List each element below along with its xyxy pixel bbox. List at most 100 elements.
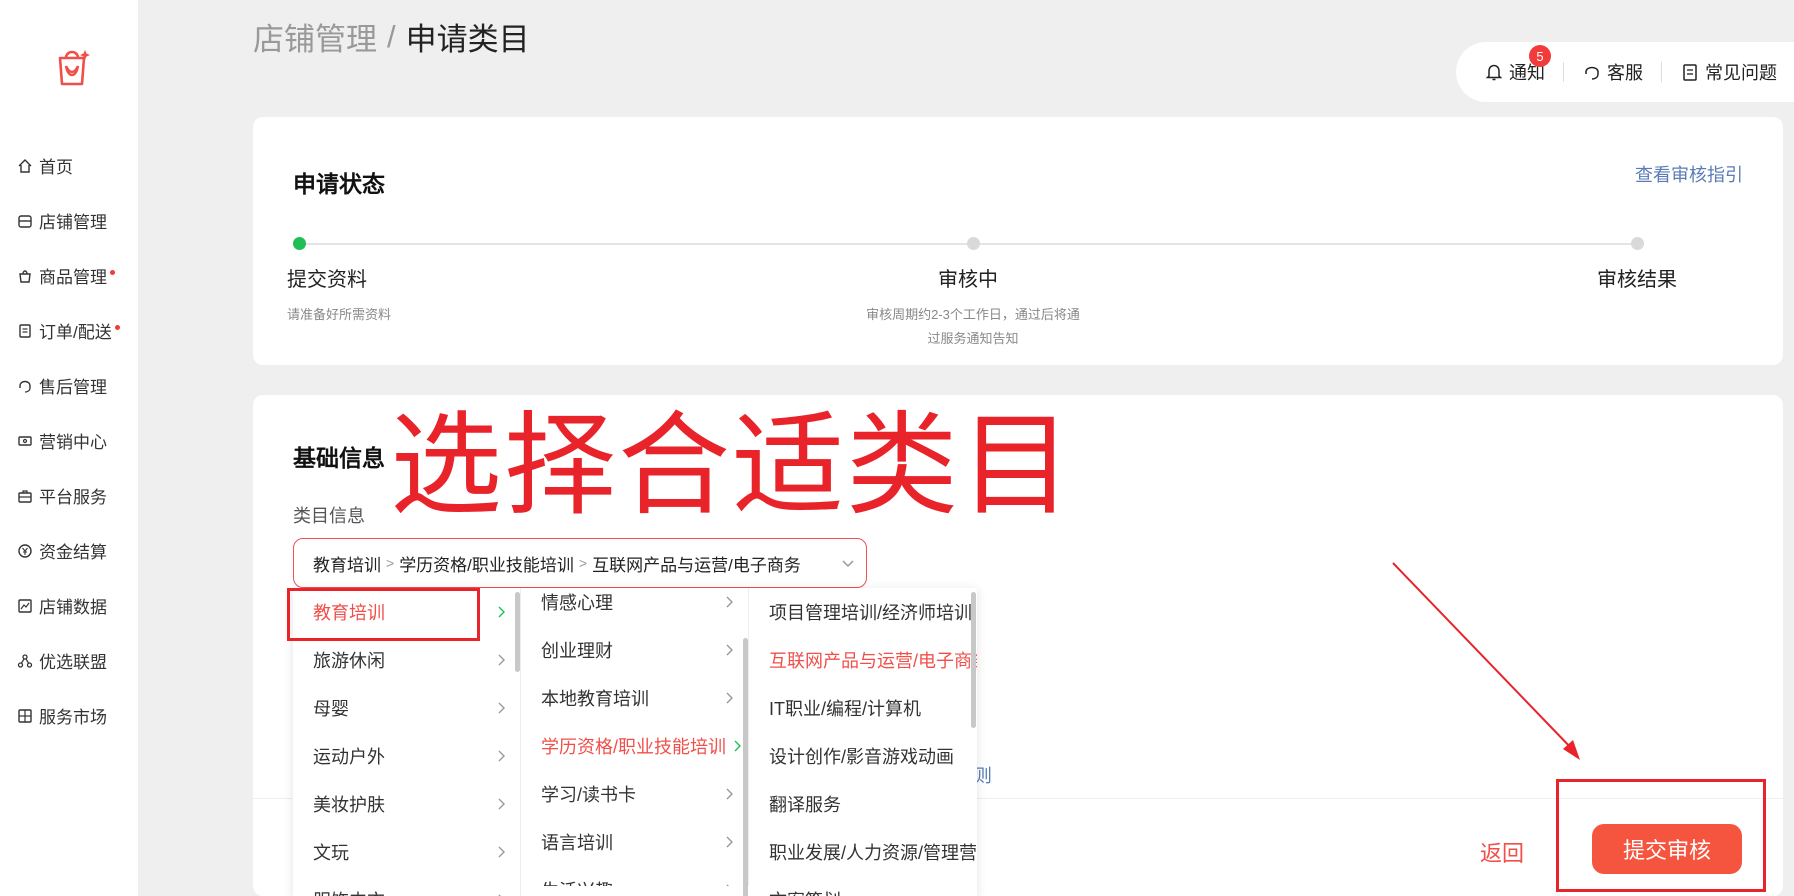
option-label: 美妆护肤 xyxy=(313,795,385,815)
option-collectibles[interactable]: 文玩 xyxy=(293,828,520,876)
sidebar-item-home[interactable]: 首页 xyxy=(0,138,138,193)
option-label: 学习/读书卡 xyxy=(541,785,637,805)
option-label: 设计创作/影音游戏动画 xyxy=(769,747,954,767)
option-copywriting[interactable]: 文案策划 xyxy=(749,876,977,896)
option-career-hr[interactable]: 职业发展/人力资源/管理营销 xyxy=(749,828,977,876)
annotation-box-submit xyxy=(1556,779,1766,892)
option-internet-ecommerce[interactable]: 互联网产品与运营/电子商务 xyxy=(749,636,977,684)
option-design-animation[interactable]: 设计创作/影音游戏动画 xyxy=(749,732,977,780)
back-button[interactable]: 返回 xyxy=(1480,836,1524,868)
notify-button[interactable]: 通知 5 xyxy=(1484,45,1551,85)
status-card: 申请状态 查看审核指引 提交资料 审核中 审核结果 请准备好所需资料 审核周期约… xyxy=(253,117,1783,365)
sidebar-item-aftersale[interactable]: 售后管理 xyxy=(0,358,138,413)
chevron-right-icon xyxy=(726,788,733,800)
path-separator: > xyxy=(578,555,588,571)
option-label: IT职业/编程/计算机 xyxy=(769,699,921,719)
option-label: 生活兴趣 xyxy=(541,877,613,886)
chevron-right-icon xyxy=(734,740,741,752)
option-baby[interactable]: 母婴 xyxy=(293,684,520,732)
path-level-1: 教育培训 xyxy=(313,555,381,575)
sidebar: 首页 店铺管理 商品管理 订单/配送 售后管理 营销中心 平台服务 资金结算 店… xyxy=(0,0,138,896)
category-cascader[interactable]: 教育培训 > 学历资格/职业技能培训 > 互联网产品与运营/电子商务 xyxy=(293,538,867,588)
option-reading-card[interactable]: 学习/读书卡 xyxy=(521,770,748,818)
option-translation[interactable]: 翻译服务 xyxy=(749,780,977,828)
option-label: 母婴 xyxy=(313,699,349,719)
unread-dot xyxy=(110,270,115,275)
option-local-education[interactable]: 本地教育培训 xyxy=(521,674,748,722)
step-label-submit: 提交资料 xyxy=(287,269,367,291)
sidebar-item-orders[interactable]: 订单/配送 xyxy=(0,303,138,358)
notify-badge: 5 xyxy=(1529,45,1551,67)
sidebar-item-label: 订单/配送 xyxy=(39,323,112,342)
scrollbar[interactable] xyxy=(515,592,520,672)
sidebar-item-label: 平台服务 xyxy=(39,488,107,507)
chevron-right-icon xyxy=(498,750,505,762)
ticket-icon xyxy=(17,433,33,449)
faq-label: 常见问题 xyxy=(1705,63,1777,83)
scrollbar[interactable] xyxy=(971,592,976,728)
step-desc-reviewing: 审核周期约2-3个工作日，通过后将通 过服务通知告知 xyxy=(843,303,1103,351)
logo-icon[interactable] xyxy=(52,44,92,88)
toolbar-divider xyxy=(1661,62,1662,82)
option-psychology[interactable]: 情感心理 xyxy=(521,588,748,626)
option-label: 服饰内衣 xyxy=(313,887,385,896)
sidebar-item-label: 售后管理 xyxy=(39,378,107,397)
cascader-column-2: 情感心理 创业理财 本地教育培训 学历资格/职业技能培训 学习/读书卡 语言培训… xyxy=(521,588,749,886)
option-beauty[interactable]: 美妆护肤 xyxy=(293,780,520,828)
customer-service-button[interactable]: 客服 xyxy=(1582,59,1643,85)
option-finance[interactable]: 创业理财 xyxy=(521,626,748,674)
yen-icon xyxy=(17,543,33,559)
scrollbar[interactable] xyxy=(743,638,748,896)
sidebar-item-label: 优选联盟 xyxy=(39,653,107,672)
sidebar-item-alliance[interactable]: 优选联盟 xyxy=(0,633,138,688)
option-project-management[interactable]: 项目管理培训/经济师培训 xyxy=(749,588,977,636)
sidebar-item-label: 营销中心 xyxy=(39,433,107,452)
option-label: 运动户外 xyxy=(313,747,385,767)
breadcrumb-parent[interactable]: 店铺管理 xyxy=(253,14,377,59)
option-label: 翻译服务 xyxy=(769,795,841,815)
option-label: 职业发展/人力资源/管理营销 xyxy=(769,843,977,863)
sidebar-item-marketing[interactable]: 营销中心 xyxy=(0,413,138,468)
option-label: 互联网产品与运营/电子商务 xyxy=(769,651,977,671)
breadcrumb: 店铺管理 / 申请类目 xyxy=(253,14,530,59)
category-field-label: 类目信息 xyxy=(293,506,365,526)
chevron-right-icon xyxy=(726,596,733,608)
option-it-programming[interactable]: IT职业/编程/计算机 xyxy=(749,684,977,732)
step-dot-submit xyxy=(293,237,306,250)
path-separator: > xyxy=(386,555,395,571)
faq-button[interactable]: 常见问题 xyxy=(1680,59,1777,85)
top-toolbar: 通知 5 客服 常见问题 xyxy=(1456,42,1794,102)
annotation-box-category xyxy=(287,588,480,641)
order-icon xyxy=(17,323,33,339)
step-desc-line: 审核周期约2-3个工作日，通过后将通 xyxy=(866,307,1080,322)
option-label: 情感心理 xyxy=(541,593,613,613)
sidebar-item-market[interactable]: 服务市场 xyxy=(0,688,138,743)
option-vocational[interactable]: 学历资格/职业技能培训 xyxy=(521,722,748,770)
sidebar-item-label: 店铺管理 xyxy=(39,213,107,232)
option-label: 旅游休闲 xyxy=(313,651,385,671)
briefcase-icon xyxy=(17,488,33,504)
step-label-reviewing: 审核中 xyxy=(938,269,998,291)
document-icon xyxy=(1683,64,1697,81)
chevron-right-icon xyxy=(726,836,733,848)
sidebar-item-platform[interactable]: 平台服务 xyxy=(0,468,138,523)
option-language[interactable]: 语言培训 xyxy=(521,818,748,866)
basic-info-title: 基础信息 xyxy=(293,445,385,471)
path-level-2: 学历资格/职业技能培训 xyxy=(399,555,574,575)
chevron-right-icon xyxy=(498,606,505,618)
toolbar-divider xyxy=(1563,62,1564,82)
sidebar-item-goods[interactable]: 商品管理 xyxy=(0,248,138,303)
option-sports[interactable]: 运动户外 xyxy=(293,732,520,780)
option-apparel[interactable]: 服饰内衣 xyxy=(293,876,520,896)
option-travel[interactable]: 旅游休闲 xyxy=(293,636,520,684)
step-dot-result xyxy=(1631,237,1644,250)
headset-icon xyxy=(17,378,33,394)
sidebar-item-store[interactable]: 店铺管理 xyxy=(0,193,138,248)
path-level-3: 互联网产品与运营/电子商务 xyxy=(592,555,801,575)
market-icon xyxy=(17,708,33,724)
sidebar-item-data[interactable]: 店铺数据 xyxy=(0,578,138,633)
cascader-column-3: 项目管理培训/经济师培训 互联网产品与运营/电子商务 IT职业/编程/计算机 设… xyxy=(749,588,977,896)
option-hobbies[interactable]: 生活兴趣 xyxy=(521,866,748,886)
sidebar-item-finance[interactable]: 资金结算 xyxy=(0,523,138,578)
review-guide-link[interactable]: 查看审核指引 xyxy=(1635,161,1743,187)
